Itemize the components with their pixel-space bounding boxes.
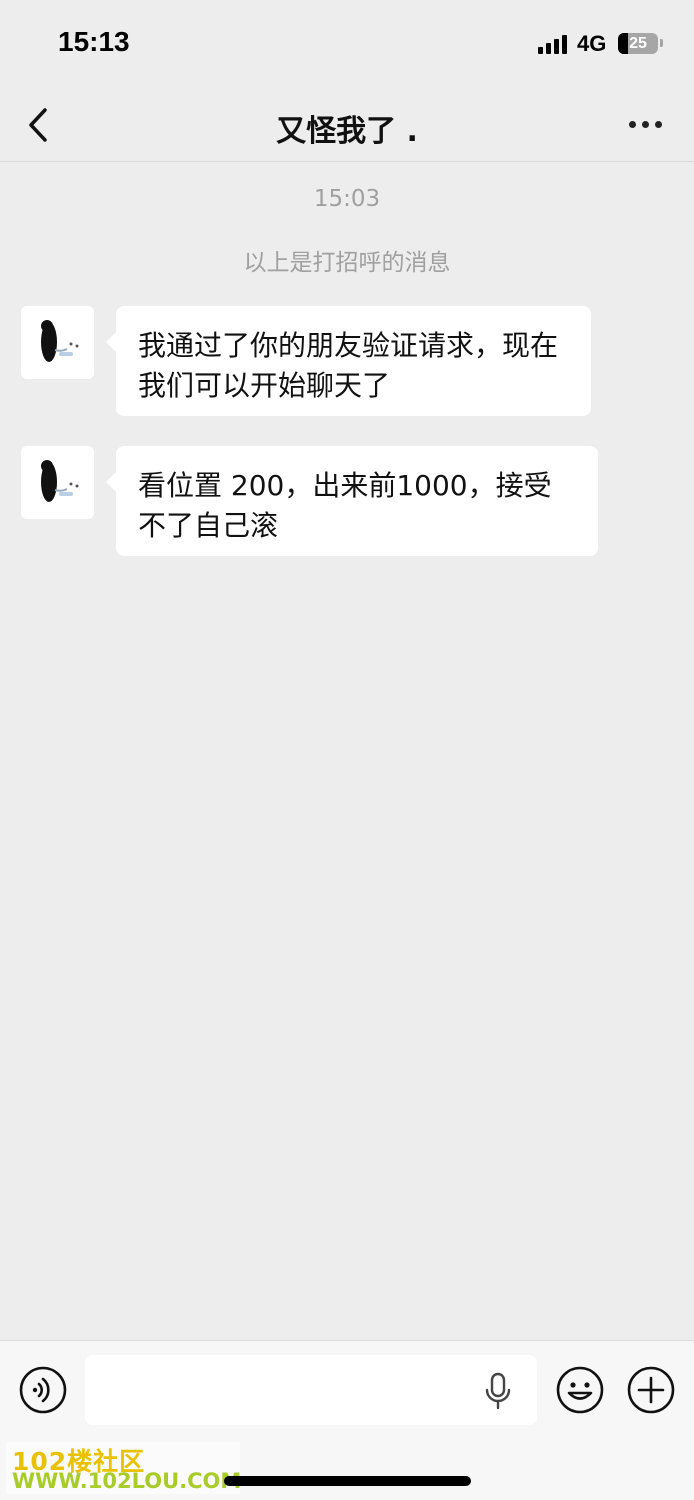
battery-nub [660, 39, 663, 47]
avatar-image [41, 460, 79, 502]
more-dot-icon [655, 121, 662, 128]
voice-wave-icon [19, 1366, 67, 1414]
more-dot-icon [642, 121, 649, 128]
avatar[interactable] [21, 306, 94, 379]
message-bubble[interactable]: 我通过了你的朋友验证请求，现在我们可以开始聊天了 [106, 306, 591, 416]
status-bar: 15:13 4G 25 [0, 0, 694, 88]
chat-title: 又怪我了 . [276, 114, 418, 149]
message-text: 看位置 200，出来前1000，接受不了自己滚 [138, 469, 552, 542]
voice-mode-button[interactable] [19, 1366, 67, 1414]
more-options-button[interactable] [620, 108, 670, 142]
nav-bar: 又怪我了 . [0, 88, 694, 162]
avatar[interactable] [21, 446, 94, 519]
plus-icon [627, 1366, 675, 1414]
home-indicator[interactable] [224, 1476, 471, 1486]
status-time: 15:13 [58, 26, 130, 57]
message-input[interactable] [85, 1355, 537, 1425]
network-type: 4G [577, 31, 607, 56]
smiley-icon [556, 1366, 604, 1414]
emoji-button[interactable] [556, 1366, 604, 1414]
microphone-icon[interactable] [482, 1371, 514, 1411]
avatar-image [41, 320, 79, 362]
more-dot-icon [629, 121, 636, 128]
system-note: 以上是打招呼的消息 [243, 250, 451, 276]
message-bubble[interactable]: 看位置 200，出来前1000，接受不了自己滚 [106, 446, 598, 556]
message-text: 我通过了你的朋友验证请求，现在我们可以开始聊天了 [138, 329, 559, 402]
battery-icon: 25 [618, 33, 658, 54]
message-timestamp: 15:03 [313, 186, 381, 212]
signal-strength-icon [538, 34, 568, 54]
watermark: 102楼社区 WWW.102LOU.COM [6, 1442, 242, 1494]
watermark-url: WWW.102LOU.COM [12, 1469, 242, 1493]
battery-level: 25 [629, 35, 647, 52]
more-functions-button[interactable] [627, 1366, 675, 1414]
